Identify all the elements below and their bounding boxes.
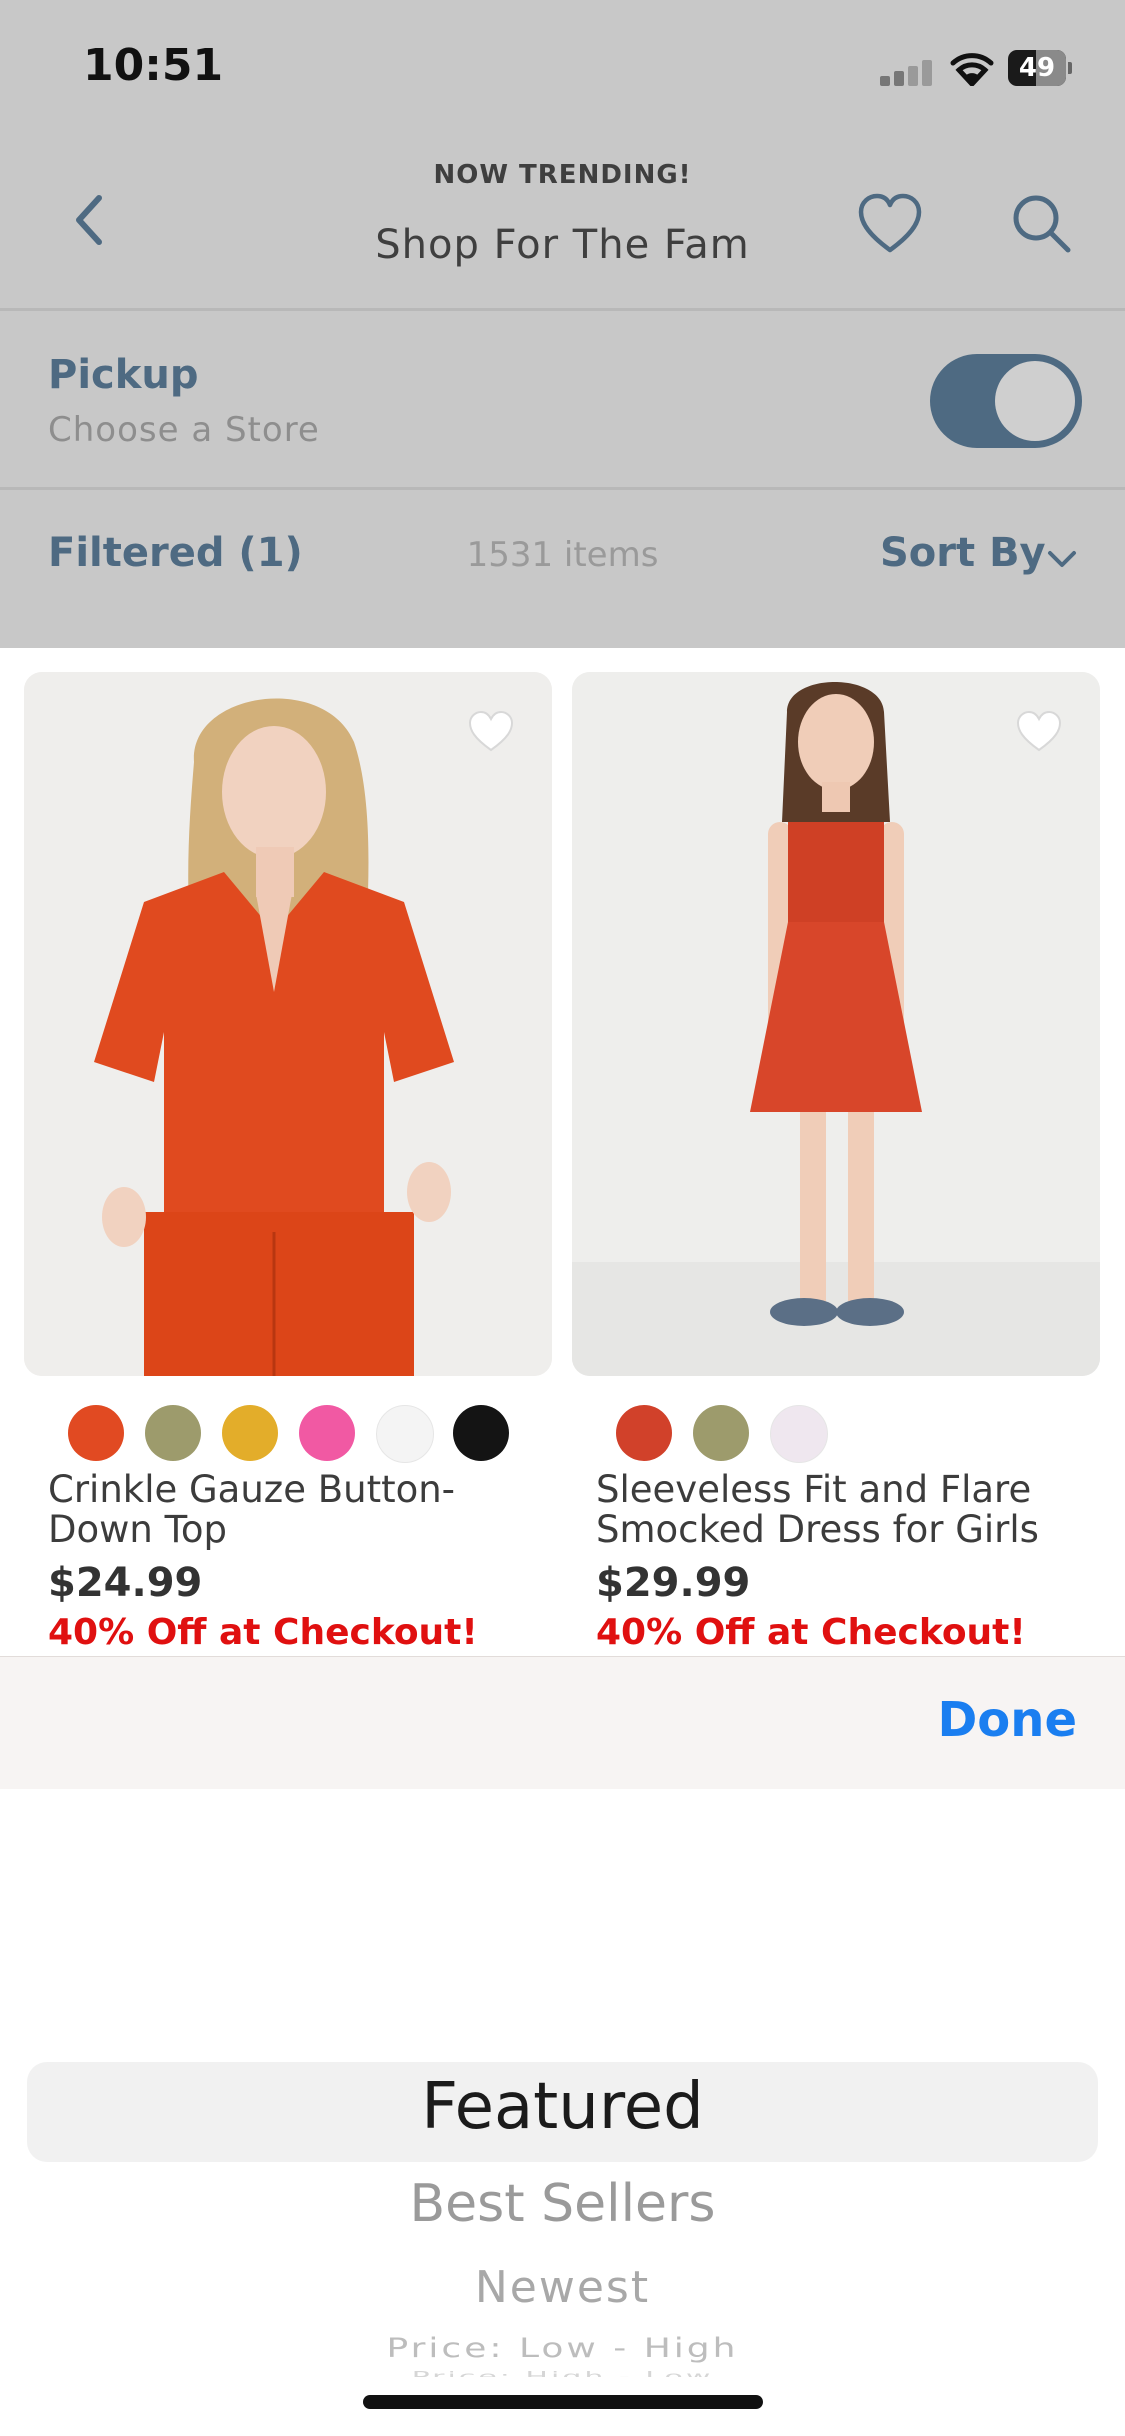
product-price: $24.99 [48,1560,203,1606]
color-swatch[interactable] [145,1405,201,1461]
picker-option-price-low-high[interactable]: Price: Low - High [0,2333,1125,2364]
promo-text: 40% Off at Checkout! [596,1612,1026,1653]
color-swatch[interactable] [453,1405,509,1461]
pickup-label: Pickup [48,352,199,398]
divider [0,308,1125,311]
color-swatch[interactable] [376,1405,434,1463]
picker-option-featured[interactable]: Featured [0,2070,1125,2144]
status-time: 10:51 [83,40,224,91]
favorite-heart-icon[interactable] [468,710,514,752]
battery-level: 49 [1018,53,1056,83]
battery-icon: 49 [1008,50,1072,88]
product-image-dress[interactable] [572,672,1100,1376]
pickup-toggle[interactable] [930,354,1082,448]
wifi-icon [950,50,994,88]
color-swatch[interactable] [616,1405,672,1461]
favorite-heart-icon[interactable] [1016,710,1062,752]
color-swatch[interactable] [222,1405,278,1461]
color-swatch[interactable] [693,1405,749,1461]
choose-store-link[interactable]: Choose a Store [48,410,320,450]
sort-by-button[interactable]: Sort By [880,530,1046,576]
color-swatch[interactable] [68,1405,124,1461]
done-button[interactable]: Done [937,1692,1077,1748]
divider [0,487,1125,490]
product-name-line: Sleeveless Fit and Flare [596,1468,1032,1511]
nav-kicker: NOW TRENDING! [433,160,692,190]
promo-text: 40% Off at Checkout! [48,1612,478,1653]
favorites-heart-icon[interactable] [855,190,925,260]
product-image-shirt[interactable] [24,672,552,1376]
search-icon[interactable] [1010,192,1074,256]
color-swatch[interactable] [770,1405,828,1463]
page-title: Shop For The Fam [375,222,750,268]
product-name-line: Crinkle Gauze Button- [48,1468,456,1511]
cellular-signal-icon [880,58,936,86]
color-swatch[interactable] [299,1405,355,1461]
chevron-down-icon[interactable] [1046,548,1078,570]
toggle-knob [995,361,1075,441]
product-name[interactable]: Crinkle Gauze Button- Down Top [48,1470,548,1550]
product-price: $29.99 [596,1560,751,1606]
picker-option-newest[interactable]: Newest [0,2262,1125,2313]
product-name-line: Down Top [48,1508,228,1551]
product-name[interactable]: Sleeveless Fit and Flare Smocked Dress f… [596,1470,1096,1550]
picker-option-best-sellers[interactable]: Best Sellers [0,2174,1125,2234]
home-indicator [363,2395,763,2409]
product-name-line: Smocked Dress for Girls [596,1508,1039,1551]
picker-option-price-high-low[interactable]: Price: High - Low [0,2369,1125,2377]
